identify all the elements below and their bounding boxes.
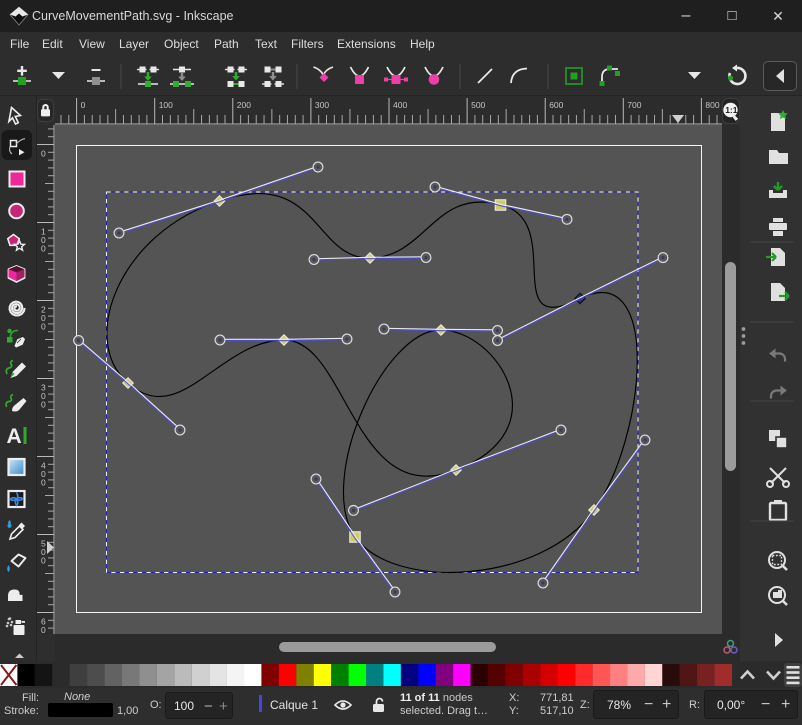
svg-text:0: 0 (41, 556, 46, 566)
svg-text:600: 600 (549, 100, 563, 110)
svg-text:500: 500 (471, 100, 485, 110)
svg-text:1:1: 1:1 (725, 105, 738, 115)
svg-text:400: 400 (393, 100, 407, 110)
svg-text:A: A (7, 425, 22, 448)
svg-text:700: 700 (627, 100, 641, 110)
svg-text:0: 0 (41, 634, 46, 635)
svg-text:0: 0 (41, 322, 46, 332)
svg-text:0: 0 (81, 100, 86, 110)
svg-text:100: 100 (159, 100, 173, 110)
svg-text:0: 0 (41, 478, 46, 488)
svg-text:200: 200 (237, 100, 251, 110)
svg-text:300: 300 (315, 100, 329, 110)
svg-text:800: 800 (705, 100, 719, 110)
svg-text:0: 0 (41, 244, 46, 254)
svg-text:0: 0 (41, 400, 46, 410)
svg-text:0: 0 (41, 149, 46, 159)
